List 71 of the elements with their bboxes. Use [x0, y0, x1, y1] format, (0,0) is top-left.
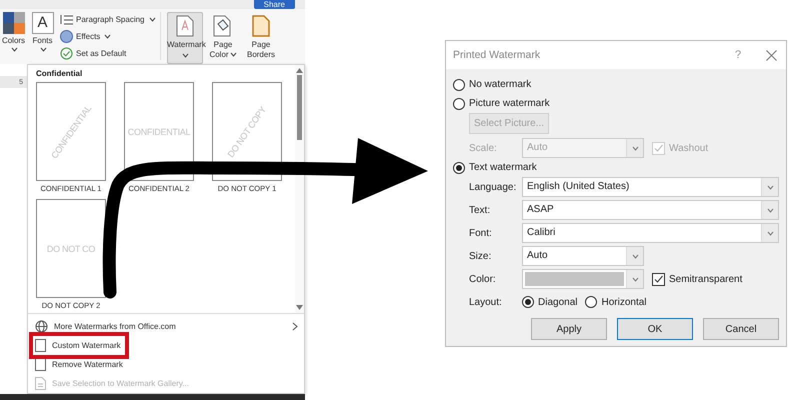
radio-option[interactable]: No watermark: [453, 75, 779, 94]
dialog-button[interactable]: Cancel: [703, 318, 779, 340]
field-label: Color:: [469, 274, 497, 284]
chevron-icon: [40, 47, 46, 52]
effects-icon: [60, 30, 73, 42]
chevron-icon: [10, 47, 18, 52]
radio-button[interactable]: [453, 98, 465, 110]
field-label: Layout:: [469, 296, 503, 308]
globe-icon: [35, 320, 48, 333]
chevron-icon: [182, 53, 189, 58]
dropdown-field[interactable]: English (United States): [522, 177, 779, 197]
page-icon: [35, 339, 46, 352]
check-circle-icon: [60, 46, 73, 60]
page-border-icon: [252, 15, 270, 37]
radio-option[interactable]: Text watermark: [453, 158, 779, 177]
field-label: Font:: [469, 228, 493, 238]
chevron-icon: [766, 184, 774, 190]
menu-item[interactable]: Custom Watermark: [28, 336, 304, 355]
field-label: Size:: [469, 250, 492, 262]
page-icon: [35, 358, 46, 371]
radio-button[interactable]: [522, 296, 534, 308]
field-label: Scale:: [469, 142, 498, 154]
spacing-icon: [60, 14, 73, 24]
chevron-icon: [148, 16, 156, 22]
scroll-down-icon[interactable]: [296, 305, 303, 310]
radio-option[interactable]: Picture watermark: [453, 94, 779, 113]
chevron-icon: [766, 230, 774, 236]
radio-button[interactable]: [453, 78, 465, 90]
theme-button[interactable]: A Fonts: [29, 12, 56, 52]
menu-item[interactable]: Remove Watermark: [28, 355, 304, 374]
field-label: Text:: [469, 204, 492, 216]
ribbon-button[interactable]: Page Borders: [243, 12, 279, 64]
radio-button[interactable]: [585, 296, 598, 308]
color-dropdown[interactable]: [522, 269, 644, 289]
chevron-icon: [230, 52, 237, 58]
chevron-icon: [632, 254, 638, 258]
ribbon-menu-button[interactable]: Set as Default: [60, 46, 157, 60]
menu-item[interactable]: More Watermarks from Office.com: [28, 317, 304, 336]
page-icon: [176, 15, 194, 37]
dialog-button[interactable]: OK: [617, 318, 693, 340]
radio-option[interactable]: Horizontal: [585, 292, 647, 312]
ribbon-menu-button[interactable]: Effects: [60, 29, 157, 43]
radio-option[interactable]: Diagonal: [522, 292, 578, 312]
chevron-icon: [632, 146, 638, 150]
dropdown-field[interactable]: Auto: [522, 246, 644, 266]
dropdown-field[interactable]: ASAP: [522, 200, 779, 220]
dropdown-field[interactable]: Calibri: [522, 223, 779, 243]
dialog-button[interactable]: Apply: [531, 318, 607, 340]
font-glyph: A: [32, 12, 54, 34]
chevron-icon: [632, 276, 638, 282]
ribbon-menu-button[interactable]: Paragraph Spacing: [60, 12, 157, 26]
field-label: Language:: [469, 182, 518, 192]
radio-button[interactable]: [453, 162, 465, 174]
checkbox[interactable]: [652, 272, 665, 286]
gallery-heading: Confidential: [36, 69, 84, 80]
color-swatch-icon: [2, 12, 24, 34]
chevron-icon: [766, 208, 774, 212]
watermark-preview-text: CONFIDENTIAL: [128, 126, 190, 136]
page-icon: [35, 377, 46, 390]
chevron-icon: [104, 34, 112, 38]
scrollbar[interactable]: [295, 65, 304, 313]
window-title: Printed Watermark: [453, 49, 542, 61]
checkbox-label: Washout: [669, 142, 708, 154]
paint-bucket-icon: [213, 15, 233, 37]
watermark-preview-text: DO NOT CO: [46, 244, 96, 254]
checkbox-label: Semitransparent: [669, 274, 742, 284]
scroll-up-icon[interactable]: [296, 68, 303, 73]
share-button[interactable]: Share: [254, 0, 295, 9]
theme-button[interactable]: Colors: [0, 12, 27, 52]
ribbon-button[interactable]: Page Color: [205, 12, 241, 64]
close-icon: [766, 50, 776, 60]
